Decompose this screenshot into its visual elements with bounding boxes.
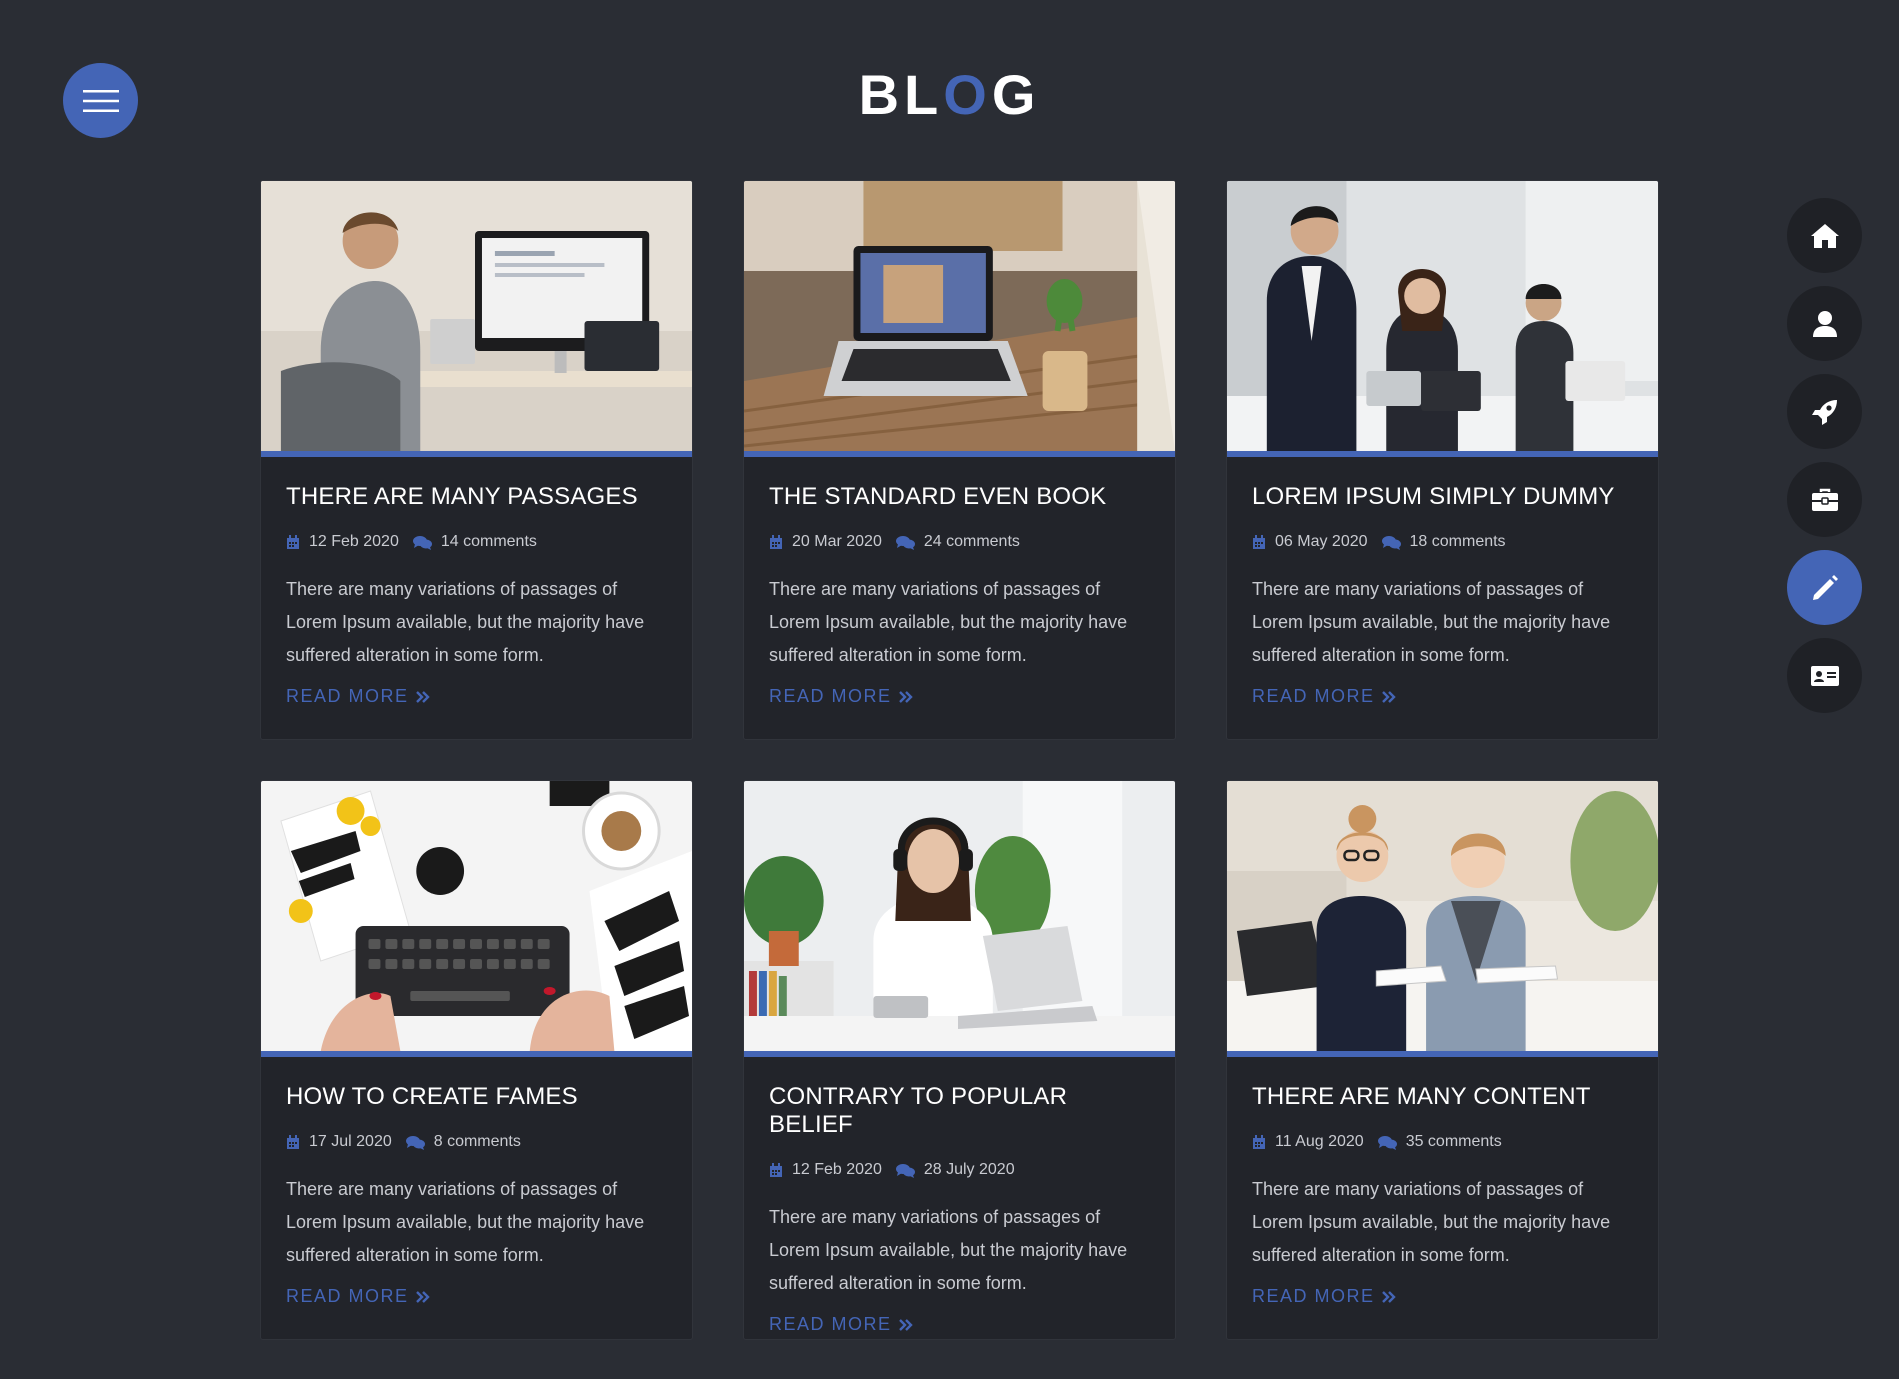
double-chevron-right-icon	[1381, 1290, 1396, 1303]
post-image[interactable]	[1227, 181, 1658, 457]
post-date: 12 Feb 2020	[792, 1161, 882, 1178]
read-more-label: READ MORE	[286, 686, 409, 706]
calendar-icon	[769, 1162, 783, 1178]
post-title[interactable]: THERE ARE MANY CONTENT	[1252, 1083, 1633, 1111]
read-more-label: READ MORE	[769, 686, 892, 706]
post-excerpt: There are many variations of passages of…	[286, 579, 645, 665]
post-image[interactable]	[261, 781, 692, 1057]
read-more-link[interactable]: READ MORE	[1252, 686, 1396, 707]
contact-card-icon	[1810, 665, 1839, 686]
post-date: 06 May 2020	[1275, 533, 1368, 550]
post-comments[interactable]: 14 comments	[441, 533, 537, 551]
laptop-on-cafe-table-photo	[744, 181, 1175, 451]
read-more-label: READ MORE	[286, 1286, 409, 1306]
comments-icon	[405, 1135, 425, 1150]
read-more-link[interactable]: READ MORE	[286, 686, 430, 707]
double-chevron-right-icon	[415, 1290, 430, 1303]
post-title[interactable]: LOREM IPSUM SIMPLY DUMMY	[1252, 483, 1633, 511]
post-comments[interactable]: 18 comments	[1410, 533, 1506, 551]
blog-card: THERE ARE MANY CONTENT 11 Aug 2020 35 co…	[1226, 780, 1659, 1340]
read-more-label: READ MORE	[1252, 686, 1375, 706]
post-meta: 12 Feb 2020 14 comments	[286, 533, 667, 551]
post-title[interactable]: THERE ARE MANY PASSAGES	[286, 483, 667, 511]
keyboard-creative-mess-photo	[261, 781, 692, 1051]
post-date: 12 Feb 2020	[309, 533, 399, 550]
blog-card: HOW TO CREATE FAMES 17 Jul 2020 8 commen…	[260, 780, 693, 1340]
read-more-label: READ MORE	[1252, 1286, 1375, 1306]
post-title[interactable]: CONTRARY TO POPULAR BELIEF	[769, 1083, 1150, 1139]
post-image[interactable]	[744, 181, 1175, 457]
page-title-part: G	[991, 63, 1041, 126]
comments-icon	[1377, 1135, 1397, 1150]
rocket-icon	[1811, 399, 1837, 425]
post-excerpt: There are many variations of passages of…	[1252, 1179, 1611, 1265]
briefcase-icon	[1811, 488, 1838, 511]
comments-icon	[1381, 535, 1401, 550]
post-comments[interactable]: 28 July 2020	[924, 1161, 1015, 1179]
office-team-headsets-photo	[1227, 181, 1658, 451]
post-date: 17 Jul 2020	[309, 1133, 392, 1150]
comments-icon	[895, 535, 915, 550]
post-title[interactable]: THE STANDARD EVEN BOOK	[769, 483, 1150, 511]
blog-card: THERE ARE MANY PASSAGES 12 Feb 2020 14 c…	[260, 180, 693, 740]
post-meta: 20 Mar 2020 24 comments	[769, 533, 1150, 551]
blog-card: THE STANDARD EVEN BOOK 20 Mar 2020 24 co…	[743, 180, 1176, 740]
post-meta: 11 Aug 2020 35 comments	[1252, 1133, 1633, 1151]
comments-icon	[412, 535, 432, 550]
home-icon	[1810, 223, 1839, 248]
double-chevron-right-icon	[1381, 690, 1396, 703]
post-excerpt: There are many variations of passages of…	[1252, 579, 1611, 665]
comments-icon	[895, 1163, 915, 1178]
post-meta: 17 Jul 2020 8 comments	[286, 1133, 667, 1151]
read-more-link[interactable]: READ MORE	[769, 686, 913, 707]
man-coding-at-desk-photo	[261, 181, 692, 451]
nav-portfolio-button[interactable]	[1787, 462, 1862, 537]
children-studying-photo	[1227, 781, 1658, 1051]
user-icon	[1812, 310, 1837, 337]
woman-with-headphones-laptop-photo	[744, 781, 1175, 1051]
post-comments[interactable]: 24 comments	[924, 533, 1020, 551]
post-comments[interactable]: 35 comments	[1406, 1133, 1502, 1151]
post-date: 20 Mar 2020	[792, 533, 882, 550]
nav-about-button[interactable]	[1787, 286, 1862, 361]
nav-blog-button[interactable]	[1787, 550, 1862, 625]
post-image[interactable]	[744, 781, 1175, 1057]
post-date: 11 Aug 2020	[1275, 1133, 1364, 1150]
nav-services-button[interactable]	[1787, 374, 1862, 449]
blog-grid: THERE ARE MANY PASSAGES 12 Feb 2020 14 c…	[260, 180, 1659, 1340]
calendar-icon	[769, 534, 783, 550]
double-chevron-right-icon	[415, 690, 430, 703]
nav-contact-button[interactable]	[1787, 638, 1862, 713]
calendar-icon	[1252, 1134, 1266, 1150]
post-excerpt: There are many variations of passages of…	[769, 579, 1128, 665]
double-chevron-right-icon	[898, 1318, 913, 1331]
post-title[interactable]: HOW TO CREATE FAMES	[286, 1083, 667, 1111]
post-meta: 06 May 2020 18 comments	[1252, 533, 1633, 551]
post-excerpt: There are many variations of passages of…	[286, 1179, 645, 1265]
read-more-label: READ MORE	[769, 1314, 892, 1334]
post-meta: 12 Feb 2020 28 July 2020	[769, 1161, 1150, 1179]
nav-home-button[interactable]	[1787, 198, 1862, 273]
read-more-link[interactable]: READ MORE	[286, 1286, 430, 1307]
blog-card: CONTRARY TO POPULAR BELIEF 12 Feb 2020 2…	[743, 780, 1176, 1340]
pencil-icon	[1812, 574, 1838, 600]
calendar-icon	[1252, 534, 1266, 550]
read-more-link[interactable]: READ MORE	[769, 1314, 913, 1335]
double-chevron-right-icon	[898, 690, 913, 703]
page-title-part: BL	[858, 63, 944, 126]
post-comments[interactable]: 8 comments	[434, 1133, 521, 1151]
side-navigation	[1787, 198, 1862, 713]
post-image[interactable]	[1227, 781, 1658, 1057]
calendar-icon	[286, 1134, 300, 1150]
calendar-icon	[286, 534, 300, 550]
blog-card: LOREM IPSUM SIMPLY DUMMY 06 May 2020 18 …	[1226, 180, 1659, 740]
post-excerpt: There are many variations of passages of…	[769, 1207, 1128, 1293]
read-more-link[interactable]: READ MORE	[1252, 1286, 1396, 1307]
post-image[interactable]	[261, 181, 692, 457]
page-title: BLOG	[0, 62, 1899, 127]
page-title-accent-letter: O	[943, 63, 992, 126]
